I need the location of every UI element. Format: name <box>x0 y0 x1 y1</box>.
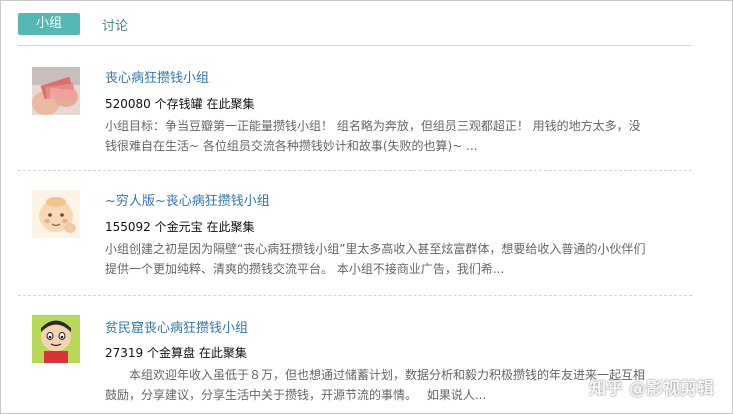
money-photo-icon <box>32 67 80 115</box>
description-line: 提供一个更加纯粹、清爽的攒钱交流平台。 本小组不接商业广告，我们希... <box>105 262 505 276</box>
member-name: 个存钱罐 <box>154 97 203 111</box>
item-divider <box>18 295 692 296</box>
group-description: 小组创建之初是因为隔壁“丧心病狂攒钱小组”里太多高收入甚至炫富群体，想要给收入普… <box>105 239 695 279</box>
group-description: 小组目标：争当豆瓣第一正能量攒钱小组！ 组名略为奔放，但组员三观都超正！ 用钱的… <box>105 116 695 156</box>
group-status: 在此聚集 <box>198 346 247 360</box>
member-count: 27319 <box>105 346 144 360</box>
description-line: 小组创建之初是因为隔壁“丧心病狂攒钱小组”里太多高收入甚至炫富群体，想要给收入普… <box>105 242 646 256</box>
member-count: 520080 <box>105 97 151 111</box>
description-line: 小组目标：争当豆瓣第一正能量攒钱小组！ 组名略为奔放，但组员三观都超正！ 用钱的… <box>105 119 641 133</box>
group-title[interactable]: ~穷人版~丧心病狂攒钱小组 <box>105 190 270 209</box>
tab-divider <box>18 45 692 46</box>
group-status: 在此聚集 <box>206 220 255 234</box>
group-title[interactable]: 贫民窟丧心病狂攒钱小组 <box>105 317 248 336</box>
watermark: 知乎 @影视剪辑 <box>589 379 714 399</box>
group-member-info: 27319 个金算盘 在此聚集 <box>105 344 247 361</box>
group-avatar[interactable] <box>32 67 80 115</box>
tab-bar: 小组 讨论 <box>18 13 128 35</box>
group-title[interactable]: 丧心病狂攒钱小组 <box>105 67 209 86</box>
description-line: 钱很难自在生活~ 各位组员交流各种攒钱妙计和故事(失败的也算)~ ... <box>105 139 478 153</box>
group-avatar[interactable] <box>32 315 80 363</box>
member-name: 个金算盘 <box>147 346 196 360</box>
cartoon-boy-icon <box>32 315 80 363</box>
member-count: 155092 <box>105 220 151 234</box>
tab-discussions[interactable]: 讨论 <box>102 15 128 34</box>
group-member-info: 520080 个存钱罐 在此聚集 <box>105 95 255 112</box>
item-divider <box>18 170 692 171</box>
cartoon-baby-icon <box>32 190 80 238</box>
group-status: 在此聚集 <box>206 97 255 111</box>
group-avatar[interactable] <box>32 190 80 238</box>
group-member-info: 155092 个金元宝 在此聚集 <box>105 218 255 235</box>
tab-groups[interactable]: 小组 <box>18 13 80 35</box>
member-name: 个金元宝 <box>154 220 203 234</box>
group-search-panel: 小组 讨论 丧心病狂攒钱小组 520080 个存钱罐 在此聚集 小组目标：争当豆… <box>0 0 733 414</box>
